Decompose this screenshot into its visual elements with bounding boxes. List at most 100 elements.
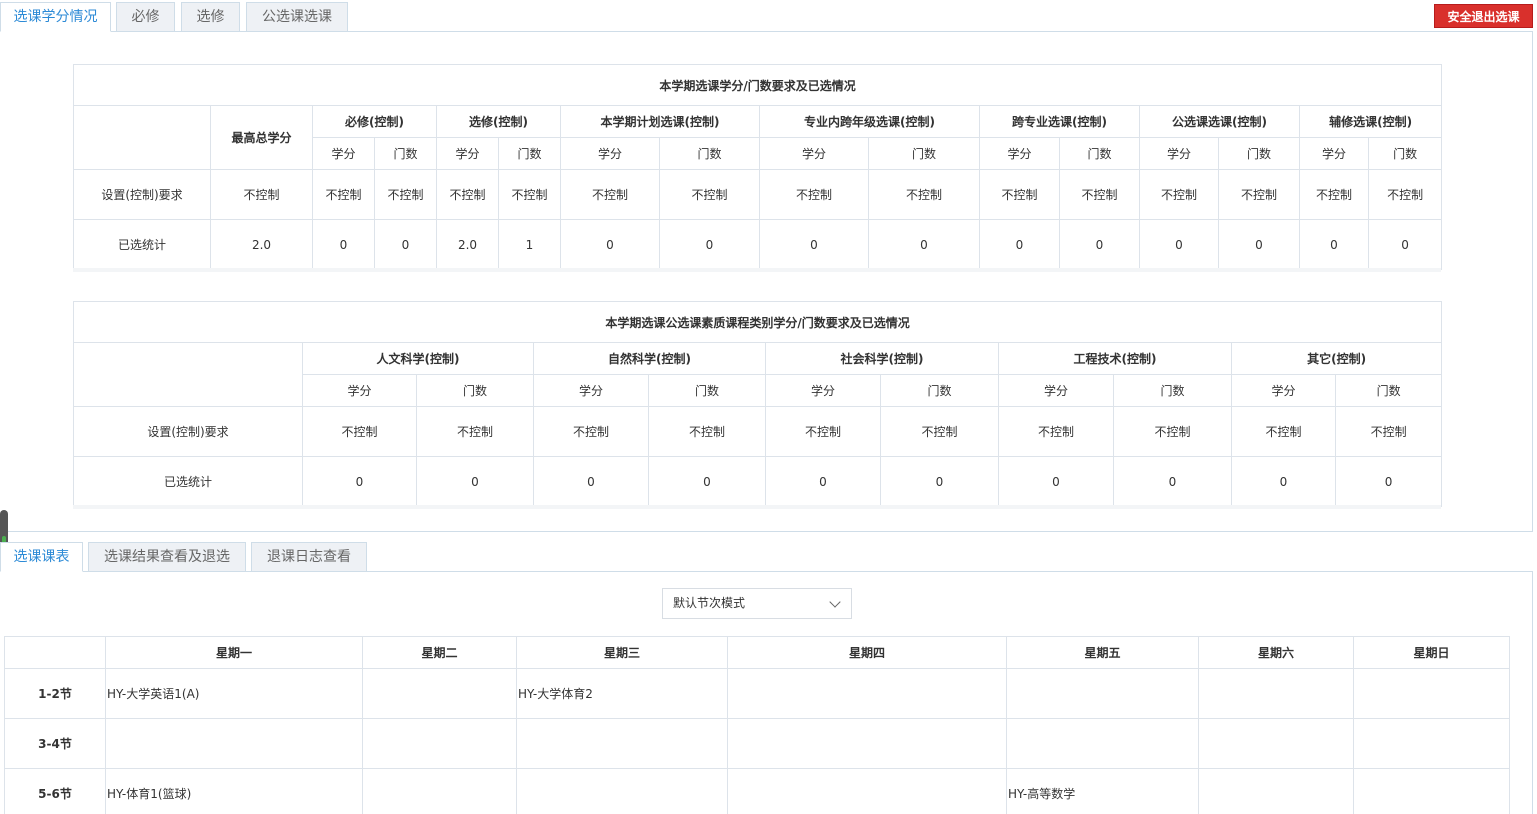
table-cell: 不控制 [302, 406, 417, 457]
group-header: 必修(控制) [312, 105, 437, 138]
table-cell: 2.0 [436, 219, 499, 270]
day-header: 星期一 [105, 636, 363, 669]
table-cell: 0 [648, 456, 766, 507]
table-cell: 0 [302, 456, 417, 507]
table-cell: 不控制 [312, 169, 375, 220]
max-total-header: 最高总学分 [210, 105, 313, 170]
table-cell: 不控制 [880, 406, 999, 457]
table-cell: 0 [533, 456, 649, 507]
period-mode-select[interactable]: 默认节次模式 [662, 588, 852, 619]
timetable-cell [362, 668, 517, 719]
table-cell: 0 [312, 219, 375, 270]
credit-sub-header: 学分 [1139, 137, 1219, 170]
credit-sub-header: 学分 [560, 137, 660, 170]
timetable-cell [105, 718, 363, 769]
gen-ed-requirement-table: 本学期选课公选课素质课程类别学分/门数要求及已选情况 人文科学(控制) 自然科学… [72, 301, 1443, 507]
count-sub-header: 门数 [1059, 137, 1140, 170]
group-header: 选修(控制) [436, 105, 561, 138]
credit-sub-header: 学分 [1231, 374, 1336, 407]
group-header: 本学期计划选课(控制) [560, 105, 760, 138]
timetable-cell [1198, 718, 1354, 769]
timetable-cell [1353, 768, 1510, 814]
table-cell: 0 [998, 456, 1114, 507]
tab-public-elective[interactable]: 公选课选课 [246, 2, 348, 32]
timetable-cell [516, 718, 728, 769]
gen-table-title: 本学期选课公选课素质课程类别学分/门数要求及已选情况 [72, 301, 1443, 343]
table-footer-bar [73, 268, 1441, 272]
table-cell: 0 [868, 219, 980, 270]
table-cell: 不控制 [1299, 169, 1369, 220]
group-header: 专业内跨年级选课(控制) [759, 105, 980, 138]
timetable-cell[interactable]: HY-大学英语1(A) [105, 668, 363, 719]
tab-withdraw-log[interactable]: 退课日志查看 [251, 542, 367, 572]
credit-sub-header: 学分 [998, 374, 1114, 407]
group-header: 公选课选课(控制) [1139, 105, 1300, 138]
day-header: 星期三 [516, 636, 728, 669]
count-sub-header: 门数 [374, 137, 437, 170]
table-cell: 不控制 [560, 169, 660, 220]
day-header: 星期日 [1353, 636, 1510, 669]
table-cell: 0 [1113, 456, 1232, 507]
table-cell: 0 [374, 219, 437, 270]
tab-required[interactable]: 必修 [116, 2, 175, 32]
credit-sub-header: 学分 [312, 137, 375, 170]
group-header: 人文科学(控制) [302, 342, 534, 375]
day-header: 星期四 [727, 636, 1007, 669]
empty-corner [73, 342, 303, 407]
period-mode-value: 默认节次模式 [673, 596, 746, 610]
table-cell: 不控制 [436, 169, 499, 220]
timetable-cell [1006, 718, 1199, 769]
period-label: 3-4节 [4, 718, 106, 769]
credit-sub-header: 学分 [765, 374, 881, 407]
period-label: 5-6节 [4, 768, 106, 814]
table-cell: 0 [1218, 219, 1300, 270]
group-header: 跨专业选课(控制) [979, 105, 1140, 138]
credit-sub-header: 学分 [759, 137, 869, 170]
table-cell: 0 [1299, 219, 1369, 270]
table-cell: 不控制 [1139, 169, 1219, 220]
count-sub-header: 门数 [1367, 137, 1443, 170]
row-label: 已选统计 [73, 219, 211, 270]
timetable-cell [727, 668, 1007, 719]
timetable-cell[interactable]: HY-大学体育2 [516, 668, 728, 719]
table-cell: 0 [765, 456, 881, 507]
exit-selection-button[interactable]: 安全退出选课 [1434, 4, 1533, 28]
bottom-tab-bar: 选课课表 选课结果查看及退选 退课日志查看 [0, 540, 1533, 572]
timetable-cell[interactable]: HY-高等数学 [1006, 768, 1199, 814]
timetable-cell [1198, 668, 1354, 719]
max-total-value: 2.0 [210, 219, 313, 270]
max-total-value: 不控制 [210, 169, 313, 220]
timetable-cell[interactable]: HY-体育1(篮球) [105, 768, 363, 814]
timetable-cell [1353, 668, 1510, 719]
count-sub-header: 门数 [648, 374, 766, 407]
table-cell: 不控制 [1231, 406, 1336, 457]
table-cell: 不控制 [868, 169, 980, 220]
table-cell: 0 [1231, 456, 1336, 507]
group-header: 社会科学(控制) [765, 342, 999, 375]
group-header: 自然科学(控制) [533, 342, 766, 375]
table-cell: 不控制 [998, 406, 1114, 457]
day-header: 星期六 [1198, 636, 1354, 669]
table-cell: 不控制 [759, 169, 869, 220]
table-cell: 不控制 [979, 169, 1060, 220]
tab-results-withdraw[interactable]: 选课结果查看及退选 [88, 542, 246, 572]
tab-elective[interactable]: 选修 [181, 2, 240, 32]
tab-credit-status[interactable]: 选课学分情况 [0, 2, 111, 32]
table-cell: 不控制 [498, 169, 561, 220]
day-header: 星期二 [362, 636, 517, 669]
period-label: 1-2节 [4, 668, 106, 719]
count-sub-header: 门数 [880, 374, 999, 407]
count-sub-header: 门数 [659, 137, 760, 170]
table-cell: 不控制 [1367, 169, 1443, 220]
credit-sub-header: 学分 [436, 137, 499, 170]
credit-sub-header: 学分 [533, 374, 649, 407]
row-label: 设置(控制)要求 [73, 169, 211, 220]
tab-timetable[interactable]: 选课课表 [0, 542, 83, 572]
row-label: 已选统计 [73, 456, 303, 507]
table-cell: 0 [1059, 219, 1140, 270]
count-sub-header: 门数 [1218, 137, 1300, 170]
timetable-cell [362, 768, 517, 814]
table-cell: 不控制 [659, 169, 760, 220]
table-cell: 不控制 [533, 406, 649, 457]
table-cell: 0 [1367, 219, 1443, 270]
